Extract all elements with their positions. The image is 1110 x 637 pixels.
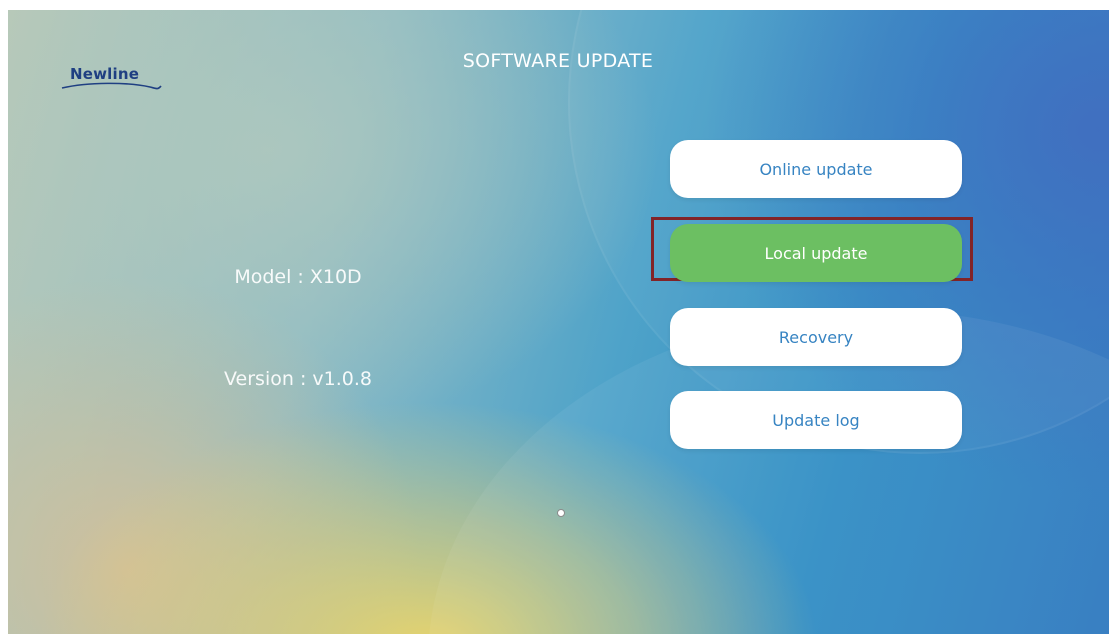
- model-label: Model : X10D: [234, 266, 362, 288]
- selection-focus-ring: [651, 217, 973, 281]
- newline-logo: Newline: [58, 60, 178, 96]
- recovery-button[interactable]: Recovery: [670, 308, 962, 366]
- logo-text: Newline: [70, 65, 140, 83]
- local-update-button[interactable]: Local update: [670, 224, 962, 282]
- update-log-button[interactable]: Update log: [670, 391, 962, 449]
- cursor-dot-icon: [557, 509, 565, 517]
- software-update-screen: Newline SOFTWARE UPDATE Model : X10D Ver…: [8, 10, 1109, 634]
- version-label: Version : v1.0.8: [224, 368, 372, 390]
- page-title: SOFTWARE UPDATE: [462, 50, 654, 72]
- online-update-button[interactable]: Online update: [670, 140, 962, 198]
